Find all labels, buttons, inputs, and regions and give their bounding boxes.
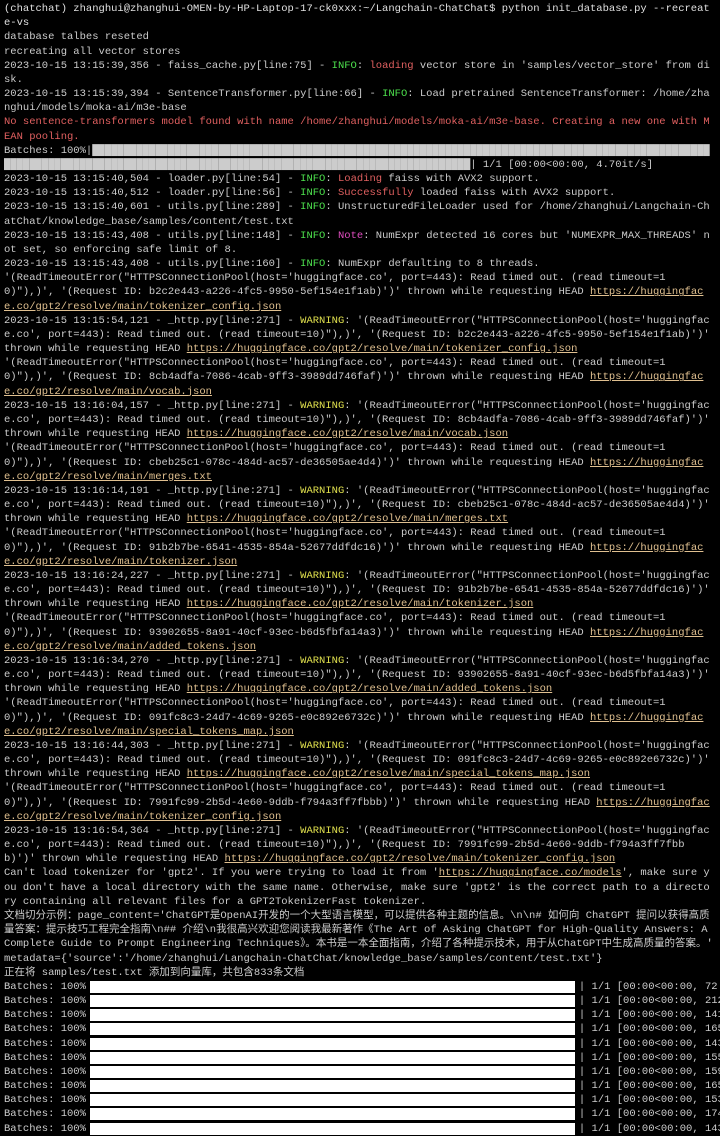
progress-bar [90,1038,575,1050]
shell-prompt[interactable]: (chatchat) zhanghui@zhanghui-OMEN-by-HP-… [4,2,716,30]
terminal-line: 2023-10-15 13:15:54,121 - _http.py[line:… [4,314,716,357]
progress-row: Batches: 100%| 1/1 [00:00<00:00, 143.29i… [4,1122,716,1136]
progress-row: Batches: 100%| 1/1 [00:00<00:00, 155.46i… [4,1051,716,1065]
progress-stats: | 1/1 [00:00<00:00, 155.46it/s] [579,1051,720,1065]
terminal-line: 2023-10-15 13:15:39,394 - SentenceTransf… [4,87,716,115]
terminal-line: 2023-10-15 13:15:40,512 - loader.py[line… [4,186,716,200]
terminal-line: '(ReadTimeoutError("HTTPSConnectionPool(… [4,526,716,569]
terminal-line: 2023-10-15 13:15:40,504 - loader.py[line… [4,172,716,186]
progress-row: Batches: 100%| 1/1 [00:00<00:00, 141.45i… [4,1008,716,1022]
progress-label: Batches: 100% [4,1107,86,1121]
progress-stats: | 1/1 [00:00<00:00, 159.78it/s] [579,1065,720,1079]
progress-row: Batches: 100%| 1/1 [00:00<00:00, 212.26i… [4,994,716,1008]
terminal-line: 2023-10-15 13:16:44,303 - _http.py[line:… [4,739,716,782]
progress-label: Batches: 100% [4,1051,86,1065]
progress-stats: | 1/1 [00:00<00:00, 212.26it/s] [579,994,720,1008]
progress-stats: | 1/1 [00:00<00:00, 72.38it/s] [579,980,720,994]
progress-label: Batches: 100% [4,1022,86,1036]
terminal-line: 文档切分示例：page_content='ChatGPT是OpenAI开发的一个… [4,909,716,966]
progress-row: Batches: 100%| 1/1 [00:00<00:00, 159.78i… [4,1065,716,1079]
progress-label: Batches: 100% [4,1093,86,1107]
terminal-line: '(ReadTimeoutError("HTTPSConnectionPool(… [4,611,716,654]
progress-label: Batches: 100% [4,1065,86,1079]
progress-bar [90,1052,575,1064]
progress-stats: | 1/1 [00:00<00:00, 143.51it/s] [579,1037,720,1051]
progress-row: Batches: 100%| 1/1 [00:00<00:00, 165.00i… [4,1079,716,1093]
terminal-line: Batches: 100%|██████████████████████████… [4,144,716,172]
progress-bar [90,1009,575,1021]
terminal-line: '(ReadTimeoutError("HTTPSConnectionPool(… [4,441,716,484]
progress-stats: | 1/1 [00:00<00:00, 153.42it/s] [579,1093,720,1107]
progress-stats: | 1/1 [00:00<00:00, 174.22it/s] [579,1107,720,1121]
progress-row: Batches: 100%| 1/1 [00:00<00:00, 165.85i… [4,1022,716,1036]
terminal-line: 正在将 samples/test.txt 添加到向量库，共包含833条文档 [4,966,716,980]
terminal-line: 2023-10-15 13:16:34,270 - _http.py[line:… [4,654,716,697]
terminal-line: '(ReadTimeoutError("HTTPSConnectionPool(… [4,356,716,399]
progress-row: Batches: 100%| 1/1 [00:00<00:00, 153.42i… [4,1093,716,1107]
progress-stats: | 1/1 [00:00<00:00, 143.29it/s] [579,1122,720,1136]
terminal-line: 2023-10-15 13:16:54,364 - _http.py[line:… [4,824,716,867]
terminal-line: 2023-10-15 13:15:40,601 - utils.py[line:… [4,200,716,228]
progress-stats: | 1/1 [00:00<00:00, 165.85it/s] [579,1022,720,1036]
progress-label: Batches: 100% [4,1079,86,1093]
progress-label: Batches: 100% [4,980,86,994]
terminal-line: No sentence-transformers model found wit… [4,115,716,143]
terminal-line: 2023-10-15 13:15:43,408 - utils.py[line:… [4,257,716,271]
progress-bar [90,1123,575,1135]
progress-stats: | 1/1 [00:00<00:00, 165.00it/s] [579,1079,720,1093]
progress-label: Batches: 100% [4,1037,86,1051]
progress-bar [90,1080,575,1092]
progress-bar [90,981,575,993]
progress-bar [90,1094,575,1106]
progress-label: Batches: 100% [4,994,86,1008]
terminal-line: '(ReadTimeoutError("HTTPSConnectionPool(… [4,781,716,824]
progress-bar [90,1108,575,1120]
terminal-line: database talbes reseted [4,30,716,44]
progress-stats: | 1/1 [00:00<00:00, 141.45it/s] [579,1008,720,1022]
terminal-line: 2023-10-15 13:15:43,408 - utils.py[line:… [4,229,716,257]
progress-bar [90,995,575,1007]
terminal-line: '(ReadTimeoutError("HTTPSConnectionPool(… [4,271,716,314]
progress-row: Batches: 100%| 1/1 [00:00<00:00, 174.22i… [4,1107,716,1121]
terminal-line: 2023-10-15 13:16:04,157 - _http.py[line:… [4,399,716,442]
progress-label: Batches: 100% [4,1122,86,1136]
terminal-line: 2023-10-15 13:16:24,227 - _http.py[line:… [4,569,716,612]
progress-label: Batches: 100% [4,1008,86,1022]
progress-row: Batches: 100%| 1/1 [00:00<00:00, 143.51i… [4,1037,716,1051]
terminal-line: '(ReadTimeoutError("HTTPSConnectionPool(… [4,696,716,739]
terminal-output[interactable]: (chatchat) zhanghui@zhanghui-OMEN-by-HP-… [4,2,716,1136]
terminal-line: 2023-10-15 13:15:39,356 - faiss_cache.py… [4,59,716,87]
terminal-line: 2023-10-15 13:16:14,191 - _http.py[line:… [4,484,716,527]
progress-row: Batches: 100%| 1/1 [00:00<00:00, 72.38it… [4,980,716,994]
progress-bar [90,1066,575,1078]
terminal-line: Can't load tokenizer for 'gpt2'. If you … [4,866,716,909]
progress-bar [90,1023,575,1035]
terminal-line: recreating all vector stores [4,45,716,59]
